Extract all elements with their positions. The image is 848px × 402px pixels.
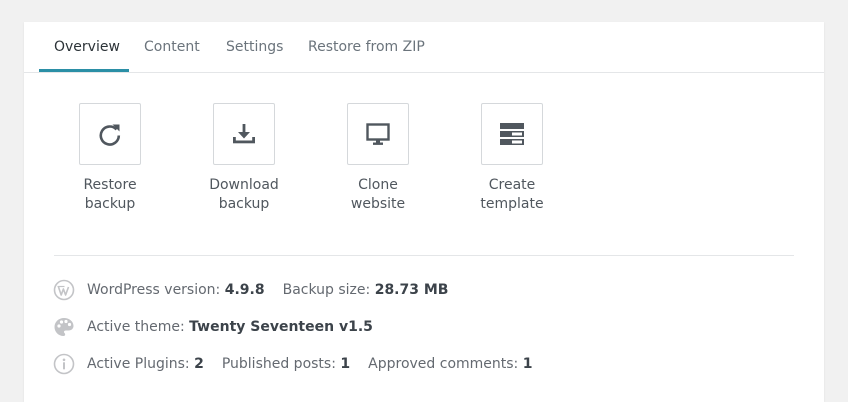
info-row-stats: Active Plugins: 2 Published posts: 1 App… bbox=[53, 353, 550, 375]
download-backup-label: Download backup bbox=[209, 177, 279, 212]
tab-restore-from-zip[interactable]: Restore from ZIP bbox=[308, 39, 425, 55]
template-icon bbox=[500, 123, 524, 145]
create-template-label: Create template bbox=[480, 177, 544, 212]
backup-details-panel: Overview Content Settings Restore from Z… bbox=[24, 22, 824, 402]
info-row-theme: Active theme: Twenty Seventeen v1.5 bbox=[53, 316, 391, 338]
restore-backup-button[interactable] bbox=[79, 103, 141, 165]
download-backup-button[interactable] bbox=[213, 103, 275, 165]
restore-backup-label: Restore backup bbox=[83, 177, 137, 212]
active-tab-indicator bbox=[39, 69, 129, 72]
create-template-action[interactable]: Create template bbox=[452, 103, 572, 214]
section-divider bbox=[54, 255, 794, 256]
monitor-icon bbox=[366, 123, 390, 145]
published-posts: Published posts: 1 bbox=[221, 356, 351, 372]
palette-icon bbox=[53, 316, 75, 338]
clone-website-action[interactable]: Clone website bbox=[318, 103, 438, 214]
info-icon bbox=[53, 353, 75, 375]
info-row-wordpress: WordPress version: 4.9.8 Backup size: 28… bbox=[53, 279, 466, 301]
tab-settings[interactable]: Settings bbox=[226, 39, 283, 55]
restore-backup-action[interactable]: Restore backup bbox=[50, 103, 170, 214]
tab-content[interactable]: Content bbox=[144, 39, 200, 55]
download-icon bbox=[233, 124, 255, 144]
active-theme: Active theme: Twenty Seventeen v1.5 bbox=[87, 319, 373, 335]
clone-website-label: Clone website bbox=[350, 177, 406, 212]
clone-website-button[interactable] bbox=[347, 103, 409, 165]
active-plugins: Active Plugins: 2 bbox=[87, 356, 204, 372]
download-backup-action[interactable]: Download backup bbox=[184, 103, 304, 214]
restore-icon bbox=[99, 124, 121, 146]
wordpress-icon bbox=[53, 279, 75, 301]
backup-size: Backup size: 28.73 MB bbox=[282, 282, 449, 298]
tab-overview[interactable]: Overview bbox=[54, 39, 120, 55]
tab-bar: Overview Content Settings Restore from Z… bbox=[24, 22, 824, 73]
approved-comments: Approved comments: 1 bbox=[368, 356, 533, 372]
create-template-button[interactable] bbox=[481, 103, 543, 165]
wordpress-version: WordPress version: 4.9.8 bbox=[87, 282, 265, 298]
